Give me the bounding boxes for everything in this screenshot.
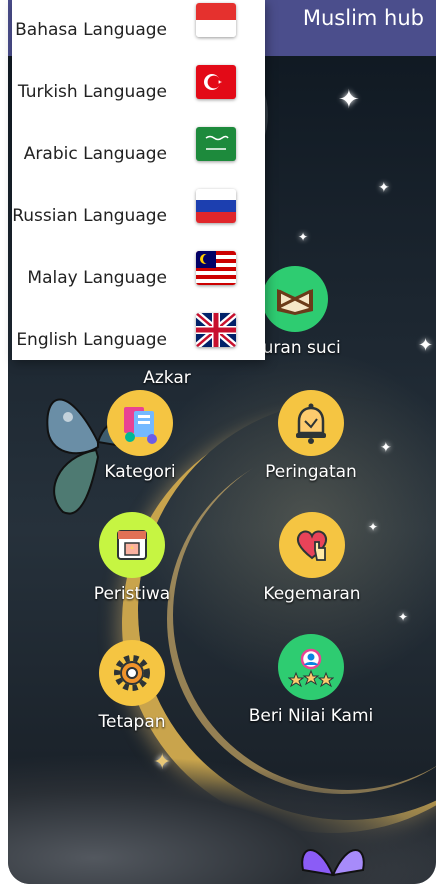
star-icon: ✦ [298, 230, 309, 244]
menu-item-kategori[interactable]: Kategori [60, 390, 220, 482]
language-dropdown-menu: Bahasa Language Turkish Language Arabic … [12, 0, 265, 360]
uk-flag-icon [196, 313, 236, 347]
language-label: English Language [16, 330, 167, 350]
star-icon: ✦ [153, 750, 172, 775]
heart-hand-icon [279, 512, 345, 578]
menu-item-label: Beri Nilai Kami [248, 706, 374, 726]
language-item-bahasa[interactable]: Bahasa Language [12, 2, 265, 64]
bell-icon [278, 390, 344, 456]
language-label: Arabic Language [23, 144, 167, 164]
menu-item-kegemaran[interactable]: Kegemaran [232, 512, 392, 604]
menu-item-label: Peristiwa [93, 584, 171, 604]
calendar-icon [99, 512, 165, 578]
language-item-russian[interactable]: Russian Language [12, 188, 265, 250]
language-item-turkish[interactable]: Turkish Language [12, 64, 265, 126]
language-item-malay[interactable]: Malay Language [12, 250, 265, 312]
language-label: Malay Language [27, 268, 167, 288]
saudi-arabia-flag-icon [196, 127, 236, 161]
menu-item-peristiwa[interactable]: Peristiwa [52, 512, 212, 604]
app-title: Muslim hub [302, 6, 424, 30]
language-label: Russian Language [12, 206, 167, 226]
malaysia-flag-icon [196, 251, 236, 285]
star-icon: ✦ [378, 180, 390, 196]
menu-item-label: Tetapan [98, 712, 166, 732]
language-label: Turkish Language [17, 82, 167, 102]
menu-item-label: Kategori [104, 462, 176, 482]
rating-stars-icon [278, 634, 344, 700]
star-icon: ✦ [338, 85, 360, 115]
russia-flag-icon [196, 189, 236, 223]
language-item-english[interactable]: English Language [12, 312, 265, 374]
star-icon: ✦ [398, 610, 409, 624]
menu-item-peringatan[interactable]: Peringatan [231, 390, 391, 482]
turkey-flag-icon [196, 65, 236, 99]
purple-butterfly-image [301, 849, 365, 877]
language-label: Bahasa Language [15, 20, 167, 40]
menu-item-beri-nilai-kami[interactable]: Beri Nilai Kami [231, 634, 391, 726]
star-icon: ✦ [418, 335, 434, 356]
indonesia-flag-icon [196, 3, 236, 37]
menu-item-label: Peringatan [265, 462, 357, 482]
gear-icon [99, 640, 165, 706]
menu-item-tetapan[interactable]: Tetapan [52, 640, 212, 732]
quran-icon [262, 266, 328, 332]
language-item-arabic[interactable]: Arabic Language [12, 126, 265, 188]
categories-icon [107, 390, 173, 456]
menu-item-label: Kegemaran [263, 584, 361, 604]
